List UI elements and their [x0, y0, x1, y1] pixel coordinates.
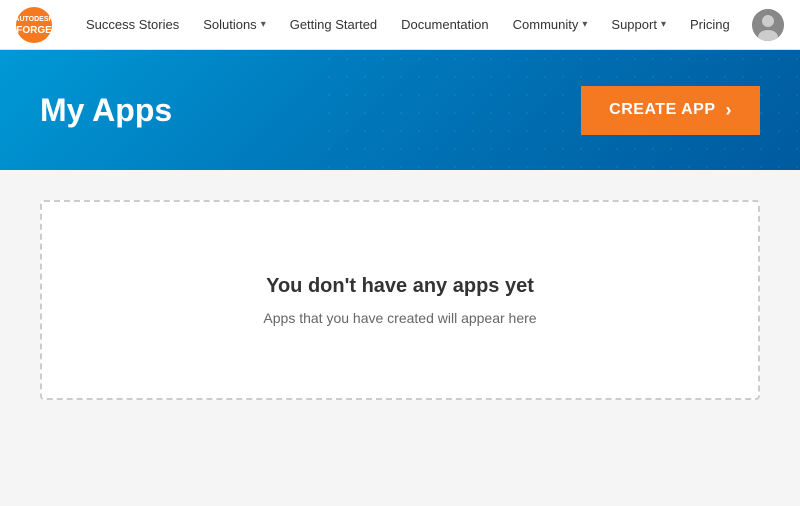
nav-link-documentation[interactable]: Documentation: [391, 11, 498, 38]
navbar: AUTODESK FORGE Success Stories Solutions…: [0, 0, 800, 50]
page-title: My Apps: [40, 92, 581, 129]
create-app-arrow-icon: ›: [726, 100, 733, 121]
nav-link-success-stories[interactable]: Success Stories: [76, 11, 189, 38]
nav-link-support[interactable]: Support ▾: [601, 11, 676, 38]
svg-text:AUTODESK: AUTODESK: [16, 16, 52, 23]
create-app-button[interactable]: CREATE APP ›: [581, 86, 760, 135]
logo[interactable]: AUTODESK FORGE: [16, 7, 52, 43]
nav-link-solutions[interactable]: Solutions ▾: [193, 11, 276, 38]
svg-text:FORGE: FORGE: [16, 25, 52, 36]
hero-banner: My Apps CREATE APP ›: [0, 50, 800, 170]
autodesk-forge-logo-icon: AUTODESK FORGE: [16, 7, 52, 43]
user-avatar[interactable]: [752, 9, 784, 41]
support-dropdown-arrow: ▾: [661, 19, 666, 30]
nav-link-getting-started[interactable]: Getting Started: [280, 11, 387, 38]
avatar-icon: [752, 9, 784, 41]
empty-state-title: You don't have any apps yet: [266, 275, 534, 298]
nav-link-community[interactable]: Community ▾: [503, 11, 598, 38]
empty-state-container: You don't have any apps yet Apps that yo…: [40, 200, 760, 400]
empty-state-subtitle: Apps that you have created will appear h…: [263, 310, 536, 326]
solutions-dropdown-arrow: ▾: [261, 19, 266, 30]
nav-link-pricing[interactable]: Pricing: [680, 11, 740, 38]
main-content: You don't have any apps yet Apps that yo…: [0, 170, 800, 430]
nav-links: Success Stories Solutions ▾ Getting Star…: [76, 11, 752, 38]
community-dropdown-arrow: ▾: [582, 19, 587, 30]
